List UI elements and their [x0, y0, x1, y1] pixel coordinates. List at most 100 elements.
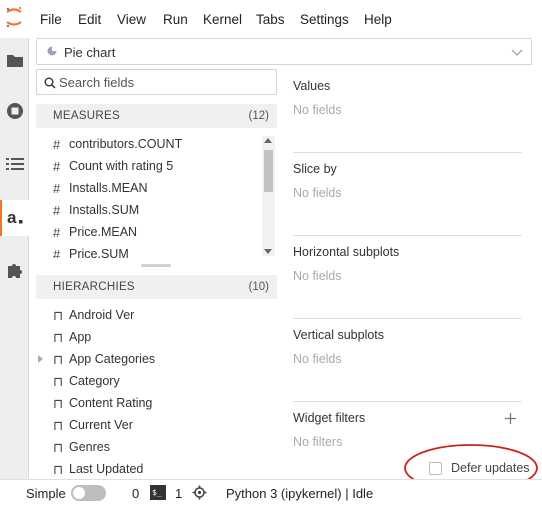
jupyter-logo: [6, 7, 22, 28]
hierarchy-item[interactable]: ⊓ Category: [36, 371, 264, 393]
hierarchy-icon: ⊓: [53, 308, 64, 323]
toggle-knob: [73, 487, 85, 499]
divider: [293, 401, 522, 402]
kernel-icon[interactable]: [192, 485, 207, 500]
scroll-down-arrow[interactable]: [264, 249, 272, 254]
terminal-icon[interactable]: $_: [150, 485, 166, 500]
terminal-count: 0: [132, 486, 140, 501]
menu-view[interactable]: View: [117, 12, 146, 27]
widget-editor-panel: Pie chart MEASURES (12) # contributors.C…: [29, 38, 542, 479]
measure-item[interactable]: # Price.MEAN: [36, 222, 264, 244]
hierarchy-item[interactable]: ⊓ Genres: [36, 437, 264, 459]
widget-filters-title: Widget filters: [293, 411, 366, 425]
hierarchy-item[interactable]: ⊓ Android Ver: [36, 305, 264, 327]
hierarchy-label: Category: [69, 374, 120, 388]
values-zone-empty[interactable]: No fields: [293, 103, 342, 117]
measure-item[interactable]: # Installs.SUM: [36, 200, 264, 222]
measure-icon: #: [53, 247, 61, 258]
menu-kernel[interactable]: Kernel: [203, 12, 242, 27]
measure-icon: #: [53, 159, 61, 174]
defer-updates-label: Defer updates: [451, 461, 530, 475]
resize-handle[interactable]: [141, 264, 171, 267]
horizontal-subplots-title: Horizontal subplots: [293, 245, 400, 259]
add-filter-icon[interactable]: [504, 412, 517, 425]
hierarchies-count: (10): [248, 281, 269, 293]
pie-chart-icon: [47, 46, 57, 56]
hierarchy-icon: ⊓: [53, 352, 64, 367]
chart-type-label: Pie chart: [64, 45, 116, 60]
measure-icon: #: [53, 225, 61, 240]
simple-mode-label: Simple: [26, 486, 66, 501]
menu-run[interactable]: Run: [163, 12, 188, 27]
divider: [293, 235, 522, 236]
running-icon: [6, 103, 23, 119]
hierarchy-label: Content Rating: [69, 396, 153, 410]
measure-label: contributors.COUNT: [69, 137, 183, 151]
values-zone-title: Values: [293, 79, 331, 93]
defer-updates-checkbox[interactable]: [429, 462, 442, 475]
toc-icon: [5, 158, 24, 170]
extension-icon: [7, 264, 22, 278]
defer-updates-toggle[interactable]: Defer updates: [429, 459, 542, 479]
extension-manager-tab[interactable]: [0, 252, 29, 288]
vertical-subplots-empty[interactable]: No fields: [293, 352, 342, 366]
scroll-up-arrow[interactable]: [264, 138, 272, 143]
hierarchy-icon: ⊓: [53, 440, 64, 455]
atoti-icon: a: [7, 210, 22, 226]
table-of-contents-tab[interactable]: [0, 146, 29, 182]
hierarchy-icon: ⊓: [53, 330, 64, 345]
hierarchy-icon: ⊓: [53, 396, 64, 411]
measures-title: MEASURES: [53, 110, 120, 122]
measure-item[interactable]: # Price.SUM: [36, 244, 264, 258]
file-browser-tab[interactable]: [0, 42, 29, 78]
menu-file[interactable]: File: [40, 12, 62, 27]
kernel-status[interactable]: Python 3 (ipykernel) | Idle: [226, 486, 373, 501]
folder-icon: [6, 55, 23, 67]
kernel-count: 1: [175, 486, 183, 501]
hierarchy-icon: ⊓: [53, 418, 64, 433]
measures-scrollbar[interactable]: [262, 136, 275, 256]
hierarchy-item[interactable]: ⊓ Content Rating: [36, 393, 264, 415]
menu-tabs[interactable]: Tabs: [256, 12, 285, 27]
hierarchy-label: Genres: [69, 440, 110, 454]
search-fields: [36, 69, 277, 95]
chevron-down-icon: [511, 49, 523, 56]
vertical-subplots-title: Vertical subplots: [293, 328, 385, 342]
menu-settings[interactable]: Settings: [300, 12, 349, 27]
hierarchies-header[interactable]: HIERARCHIES (10): [36, 275, 277, 299]
chart-type-select[interactable]: Pie chart: [36, 38, 532, 65]
scrollbar-thumb[interactable]: [264, 150, 273, 192]
measure-item[interactable]: # Count with rating 5: [36, 156, 264, 178]
hierarchy-item[interactable]: ⊓ App: [36, 327, 264, 349]
hierarchy-item[interactable]: ⊓ Last Updated: [36, 459, 264, 479]
measure-item[interactable]: # contributors.COUNT: [36, 134, 264, 156]
search-icon: [44, 77, 56, 89]
status-bar: Simple 0 $_ 1 Python 3 (ipykernel) | Idl…: [0, 479, 542, 505]
hierarchy-label: Current Ver: [69, 418, 133, 432]
slice-by-zone-empty[interactable]: No fields: [293, 186, 342, 200]
hierarchy-item[interactable]: ⊓ App Categories: [36, 349, 264, 371]
atoti-tab[interactable]: a: [0, 200, 29, 236]
menu-edit[interactable]: Edit: [78, 12, 101, 27]
hierarchy-label: App Categories: [69, 352, 156, 366]
search-input[interactable]: [59, 73, 269, 91]
hierarchy-label: Last Updated: [69, 462, 144, 476]
simple-mode-toggle[interactable]: [71, 485, 106, 501]
hierarchy-label: Android Ver: [69, 308, 135, 322]
measure-label: Price.MEAN: [69, 225, 138, 239]
hierarchies-list: ⊓ Android Ver ⊓ App ⊓ App Categories ⊓ C…: [36, 305, 277, 479]
menu-help[interactable]: Help: [364, 12, 392, 27]
hierarchy-item[interactable]: ⊓ Current Ver: [36, 415, 264, 437]
measures-header[interactable]: MEASURES (12): [36, 104, 277, 128]
running-sessions-tab[interactable]: [0, 93, 29, 129]
horizontal-subplots-empty[interactable]: No fields: [293, 269, 342, 283]
divider: [293, 318, 522, 319]
hierarchies-title: HIERARCHIES: [53, 281, 135, 293]
measure-item[interactable]: # Installs.MEAN: [36, 178, 264, 200]
divider: [293, 152, 522, 153]
measure-label: Count with rating 5: [69, 159, 174, 173]
measure-label: Installs.SUM: [69, 203, 140, 217]
hierarchy-icon: ⊓: [53, 374, 64, 389]
expand-caret-icon[interactable]: [38, 355, 43, 363]
measures-count: (12): [248, 110, 269, 122]
